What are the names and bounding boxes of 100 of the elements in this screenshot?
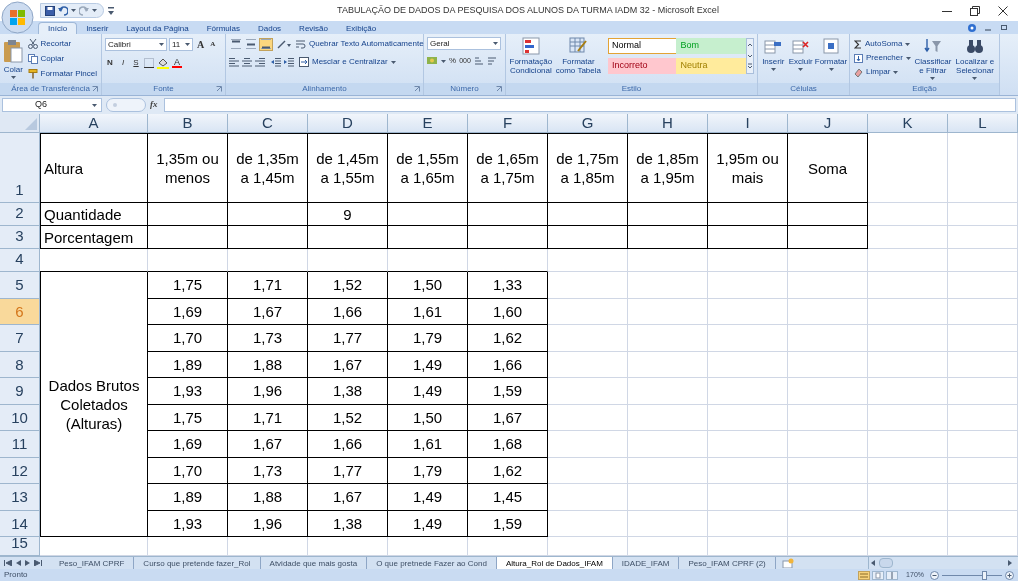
- table-cell: 1,96: [228, 510, 308, 537]
- caret-icon: [92, 9, 97, 12]
- bold-button[interactable]: N: [105, 57, 115, 69]
- font-name-field[interactable]: Calibri: [105, 38, 167, 51]
- row-header[interactable]: 8: [0, 351, 40, 378]
- wrap-text-button[interactable]: Quebrar Texto Automaticamente: [295, 37, 425, 51]
- align-bottom-button[interactable]: [259, 37, 273, 51]
- ribbon-tab[interactable]: Fórmulas: [197, 22, 249, 34]
- italic-button[interactable]: I: [118, 57, 128, 69]
- undo-icon[interactable]: [58, 5, 68, 16]
- help-icon[interactable]: [968, 23, 976, 32]
- row-header[interactable]: 10: [0, 404, 40, 431]
- row-header[interactable]: 3: [0, 226, 40, 249]
- ribbon-tab[interactable]: Dados: [249, 22, 291, 34]
- clear-button[interactable]: Limpar: [853, 65, 912, 79]
- row-header[interactable]: 13: [0, 484, 40, 511]
- row-header[interactable]: 7: [0, 325, 40, 352]
- format-as-table-button[interactable]: Formatar como Tabela: [555, 37, 601, 75]
- column-header[interactable]: J: [788, 114, 868, 133]
- cell-style-button[interactable]: Normal: [607, 38, 678, 54]
- table-cell: de 1,65m a 1,75m: [468, 133, 548, 203]
- column-header[interactable]: C: [228, 114, 308, 133]
- underline-button[interactable]: S: [131, 57, 141, 69]
- column-header[interactable]: K: [868, 114, 948, 133]
- insert-button[interactable]: Inserir: [761, 37, 786, 71]
- ribbon-tab[interactable]: Revisão: [290, 22, 337, 34]
- zoom-out-icon[interactable]: [930, 570, 939, 580]
- borders-icon[interactable]: [144, 58, 154, 68]
- column-header[interactable]: L: [948, 114, 1018, 133]
- zoom-in-icon[interactable]: [1005, 570, 1014, 580]
- align-right-icon[interactable]: [255, 57, 265, 67]
- fill-color-icon[interactable]: [157, 57, 169, 69]
- align-top-button[interactable]: [229, 37, 243, 51]
- row-header[interactable]: 9: [0, 378, 40, 405]
- table-cell: [948, 378, 1018, 405]
- find-select-button[interactable]: Localizar e Selecionar: [953, 37, 996, 80]
- font-size-field[interactable]: 11: [169, 38, 193, 51]
- ribbon-tab[interactable]: Inserir: [77, 22, 118, 34]
- table-cell: 1,61: [388, 298, 468, 325]
- format-painter-button[interactable]: Formatar Pincel: [26, 67, 98, 81]
- conditional-formatting-button[interactable]: Formatação Condicional: [509, 37, 553, 75]
- last-sheet-icon[interactable]: [34, 560, 42, 566]
- table-cell: 1,70: [148, 457, 228, 484]
- cut-button[interactable]: Recortar: [26, 37, 98, 51]
- paste-button[interactable]: Colar: [3, 37, 24, 79]
- ribbon-tab[interactable]: Início: [38, 22, 78, 34]
- column-header[interactable]: B: [148, 114, 228, 133]
- ribbon-tab[interactable]: Exibição: [337, 22, 386, 34]
- column-header[interactable]: I: [708, 114, 788, 133]
- increase-indent-icon[interactable]: [284, 57, 294, 67]
- customize-icon[interactable]: [108, 6, 114, 15]
- number-format-field[interactable]: Geral: [427, 37, 501, 50]
- row-header[interactable]: 1: [0, 133, 40, 203]
- align-center-icon[interactable]: [242, 57, 252, 67]
- table-cell: de 1,75m a 1,85m: [548, 133, 628, 203]
- close-icon[interactable]: [998, 5, 1008, 16]
- fill-button[interactable]: Preencher: [853, 51, 912, 65]
- slider-thumb[interactable]: [982, 570, 987, 580]
- font-color-button[interactable]: A: [172, 58, 182, 68]
- row-header[interactable]: 2: [0, 203, 40, 226]
- row-header[interactable]: 15: [0, 537, 40, 556]
- table-cell: [948, 133, 1018, 203]
- restore-icon[interactable]: [970, 5, 980, 16]
- column-header[interactable]: E: [388, 114, 468, 133]
- align-middle-button[interactable]: [244, 37, 258, 51]
- merge-center-button[interactable]: Mesclar e Centralizar: [298, 55, 397, 69]
- scrollbar-thumb[interactable]: [879, 558, 893, 568]
- name-box[interactable]: Q6: [2, 98, 102, 112]
- first-sheet-icon[interactable]: [4, 560, 12, 566]
- row-header[interactable]: 4: [0, 249, 40, 272]
- column-header[interactable]: D: [308, 114, 388, 133]
- gallery-scroll-icon[interactable]: [746, 38, 754, 74]
- align-left-icon[interactable]: [229, 57, 239, 67]
- grow-font-button[interactable]: A: [195, 37, 207, 52]
- percent-button[interactable]: %: [449, 55, 457, 67]
- row-header[interactable]: 14: [0, 510, 40, 537]
- decrease-indent-icon[interactable]: [271, 57, 281, 67]
- cell-style-button[interactable]: Incorreto: [607, 58, 678, 74]
- delete-button[interactable]: Excluir: [788, 37, 813, 71]
- previous-sheet-icon[interactable]: [16, 560, 21, 566]
- ribbon-tab[interactable]: Layout da Página: [117, 22, 198, 34]
- row-header[interactable]: 11: [0, 431, 40, 458]
- row-header[interactable]: 5: [0, 272, 40, 299]
- sort-filter-button[interactable]: Classificar e Filtrar: [914, 37, 951, 80]
- save-icon[interactable]: [45, 5, 55, 16]
- format-button[interactable]: Formatar: [816, 37, 846, 71]
- row-header[interactable]: 12: [0, 457, 40, 484]
- column-header[interactable]: F: [468, 114, 548, 133]
- column-header[interactable]: A: [40, 114, 148, 133]
- scroll-left-icon[interactable]: [869, 558, 877, 568]
- orientation-icon[interactable]: [277, 39, 291, 49]
- column-header[interactable]: H: [628, 114, 708, 133]
- formula-field[interactable]: [163, 98, 1016, 112]
- function-button[interactable]: fx: [150, 98, 158, 112]
- scroll-right-icon[interactable]: [1006, 558, 1014, 568]
- column-header[interactable]: G: [548, 114, 628, 133]
- sheet-tab[interactable]: Altura_Rol de Dados_IFAM: [496, 557, 613, 569]
- autosum-button[interactable]: AutoSoma: [853, 37, 912, 51]
- next-sheet-icon[interactable]: [25, 560, 30, 566]
- copy-button[interactable]: Copiar: [26, 52, 98, 66]
